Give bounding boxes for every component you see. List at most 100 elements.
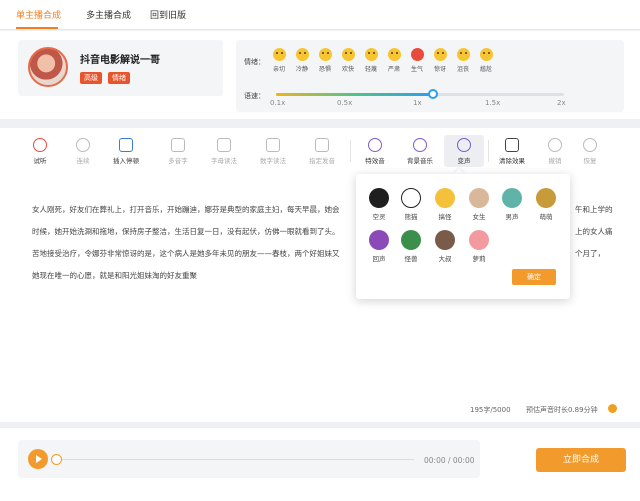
background-music-icon [413, 138, 427, 152]
text-line-tail[interactable]: 上的女人痛 [575, 226, 613, 237]
emotion-awkward[interactable]: 尴尬 [475, 48, 497, 73]
speed-slider-fill [276, 93, 433, 96]
speed-label: 语速： [244, 92, 265, 100]
text-line[interactable]: 苦地接受治疗，令娜芬非常惊讶的是，这个病人是她多年未见的朋友——春枝，两个好姐妹… [32, 248, 340, 259]
tab-multi-anchor[interactable]: 多主播合成 [86, 8, 131, 21]
emotion-kind[interactable]: 亲切 [268, 48, 290, 73]
voice-option-panda[interactable]: 熊猫 [398, 188, 424, 221]
active-tab-underline [16, 27, 58, 29]
loli-voice-icon [469, 230, 489, 250]
emotion-happy[interactable]: 欢快 [337, 48, 359, 73]
funny-voice-icon [435, 188, 455, 208]
voice-option-uncle[interactable]: 大叔 [432, 230, 458, 263]
fear-face-icon [318, 48, 332, 61]
cute-voice-icon [536, 188, 556, 208]
voice-option-male[interactable]: 男声 [499, 188, 525, 221]
synthesize-button[interactable]: 立即合成 [536, 448, 626, 472]
awkward-face-icon [479, 48, 493, 61]
tag-emotion: 情绪 [108, 72, 130, 84]
angry-face-icon [410, 48, 424, 61]
pause-insert-icon [119, 138, 133, 152]
calm-face-icon [295, 48, 309, 61]
voice-option-loli[interactable]: 萝莉 [466, 230, 492, 263]
text-line[interactable]: 女人刚死，好友们在葬礼上，打开音乐，开始蹦迪，娜芬是典型的家庭主妇，每天早晨，她… [32, 204, 340, 215]
speed-tick: 0.5x [337, 99, 353, 107]
number-read-icon [266, 138, 280, 152]
contempt-face-icon [364, 48, 378, 61]
voice-option-female[interactable]: 女生 [466, 188, 492, 221]
letter-read-icon [217, 138, 231, 152]
emotion-serious[interactable]: 严肃 [383, 48, 405, 73]
emotion-surprised[interactable]: 惊讶 [429, 48, 451, 73]
redo-icon [583, 138, 597, 152]
link-icon [76, 138, 90, 152]
duration-estimate: 预估声音时长0.89分钟 [526, 406, 598, 414]
anchor-avatar [28, 47, 68, 87]
tool-number-read[interactable]: 数字读法 [253, 138, 293, 165]
voice-option-monster[interactable]: 怪兽 [398, 230, 424, 263]
voice-change-icon [457, 138, 471, 152]
polyphone-icon [171, 138, 185, 152]
tool-sound-effect[interactable]: 特效音 [355, 138, 395, 165]
emotion-calm[interactable]: 冷静 [291, 48, 313, 73]
male-voice-icon [502, 188, 522, 208]
ethereal-voice-icon [369, 188, 389, 208]
uncle-voice-icon [435, 230, 455, 250]
tool-insert-pause[interactable]: 插入停顿 [106, 138, 146, 165]
emotion-angry[interactable]: 生气 [406, 48, 428, 73]
panda-voice-icon [401, 188, 421, 208]
voice-option-funny[interactable]: 搞怪 [432, 188, 458, 221]
tab-back-to-old[interactable]: 回到旧版 [150, 8, 186, 21]
progress-handle[interactable] [51, 454, 62, 465]
toolbar-divider [488, 140, 489, 162]
playback-time: 00:00 / 00:00 [424, 456, 475, 465]
info-icon[interactable] [608, 404, 617, 413]
happy-face-icon [341, 48, 355, 61]
echo-voice-icon [369, 230, 389, 250]
smile-face-icon [272, 48, 286, 61]
speed-slider-handle[interactable] [428, 89, 438, 99]
text-line[interactable]: 时候，她开始洗涮和拖地，保持房子整洁，生活日复一日，没有起伏，仿佛一眼就看到了头… [32, 226, 340, 237]
tool-letter-read[interactable]: 字母读法 [204, 138, 244, 165]
tab-single-anchor[interactable]: 单主播合成 [16, 8, 61, 21]
surprised-face-icon [433, 48, 447, 61]
tag-advanced: 高级 [80, 72, 102, 84]
text-line-tail[interactable]: 个月了， [575, 248, 605, 259]
emotion-label: 情绪： [244, 58, 265, 66]
anchor-name: 抖音电影解说一哥 [80, 55, 160, 66]
tool-redo[interactable]: 恢复 [570, 138, 610, 165]
tool-undo[interactable]: 撤销 [535, 138, 575, 165]
char-counter: 195字/5000 [470, 406, 511, 414]
text-line[interactable]: 她现在唯一的心愿，就是和阳光姐妹淘的好友重聚 [32, 270, 197, 281]
female-voice-icon [469, 188, 489, 208]
tool-clear-effects[interactable]: 清除效果 [492, 138, 532, 165]
undo-icon [548, 138, 562, 152]
speed-tick: 1.5x [485, 99, 501, 107]
monster-voice-icon [401, 230, 421, 250]
voice-option-echo[interactable]: 回声 [366, 230, 392, 263]
play-circle-icon [33, 138, 47, 152]
pronunciation-icon [315, 138, 329, 152]
speed-tick: 2x [557, 99, 566, 107]
sound-effect-icon [368, 138, 382, 152]
tool-continuous[interactable]: 连续 [63, 138, 103, 165]
tool-voice-change[interactable]: 变声 [444, 135, 484, 167]
voice-option-ethereal[interactable]: 空灵 [366, 188, 392, 221]
text-line-tail[interactable]: 午和上学的 [575, 204, 613, 215]
play-icon[interactable] [28, 449, 48, 469]
tool-background-music[interactable]: 背景音乐 [400, 138, 440, 165]
tool-polyphone[interactable]: 多音字 [158, 138, 198, 165]
speed-tick: 0.1x [270, 99, 286, 107]
tool-preview[interactable]: 试听 [20, 138, 60, 165]
emotion-contempt[interactable]: 轻蔑 [360, 48, 382, 73]
serious-face-icon [387, 48, 401, 61]
tool-pronunciation[interactable]: 指定发音 [302, 138, 342, 165]
speed-tick: 1x [413, 99, 422, 107]
depressed-face-icon [456, 48, 470, 61]
progress-track[interactable] [62, 459, 414, 460]
emotion-fear[interactable]: 恐惧 [314, 48, 336, 73]
voice-option-cute[interactable]: 萌萌 [533, 188, 559, 221]
confirm-button[interactable]: 确定 [512, 269, 556, 285]
emotion-depressed[interactable]: 沮丧 [452, 48, 474, 73]
toolbar-divider [350, 140, 351, 162]
